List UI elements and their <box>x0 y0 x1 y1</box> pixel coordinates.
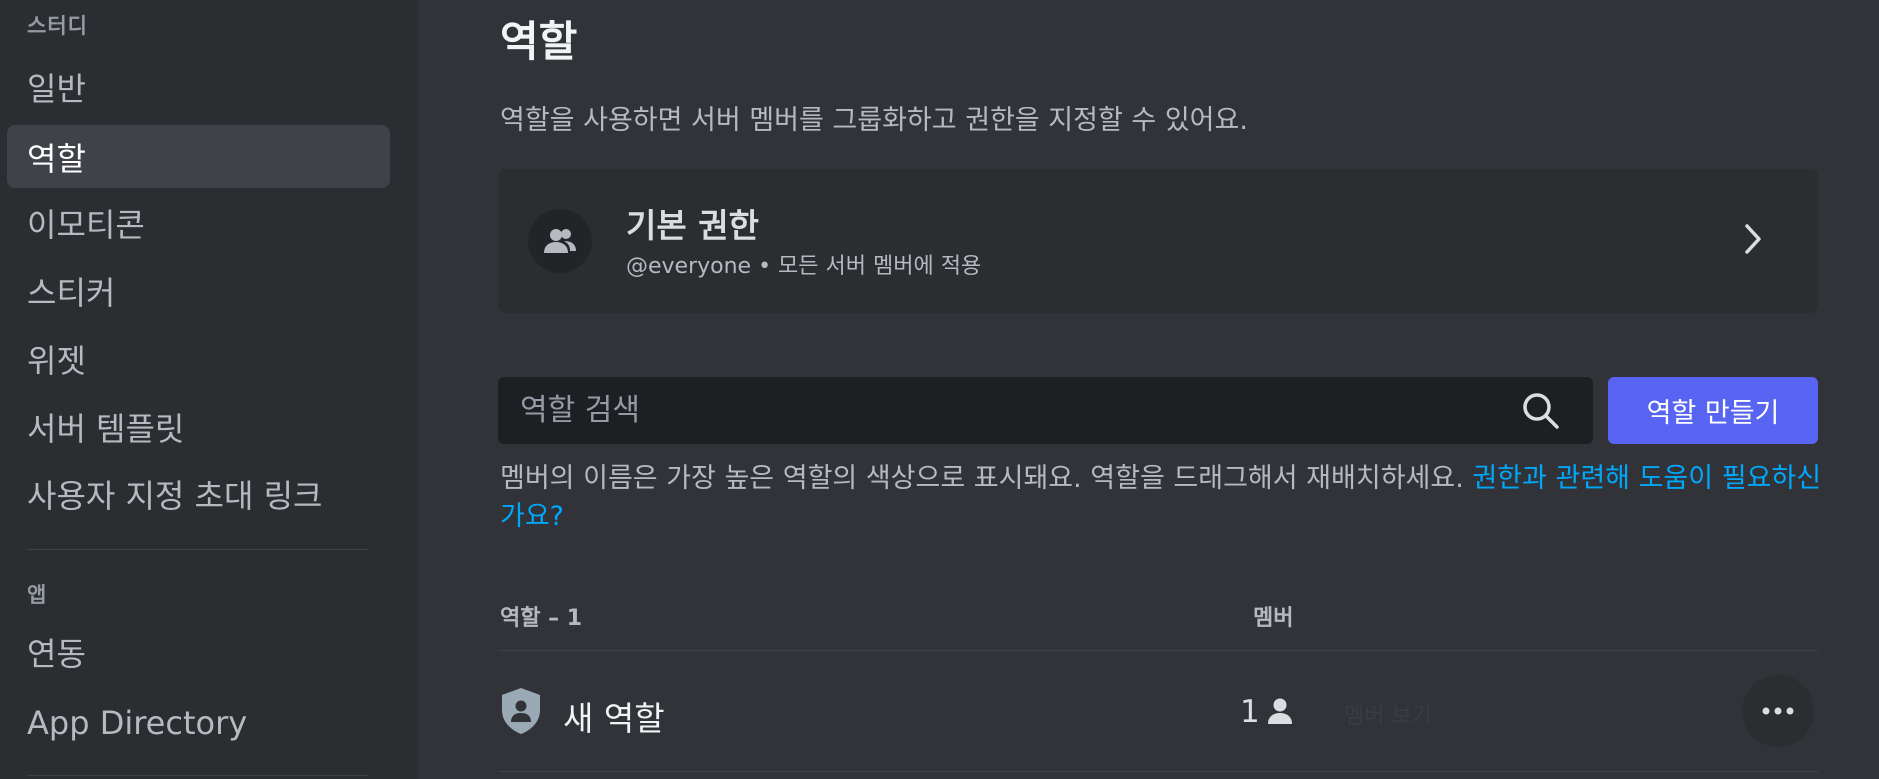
page-description: 역할을 사용하면 서버 멤버를 그룹화하고 권한을 지정할 수 있어요. <box>500 105 1248 136</box>
page-title: 역할 <box>500 17 578 66</box>
settings-sidebar: 스터디 일반 역할 이모티콘 스티커 위젯 서버 템플릿 사용자 지정 초대 링… <box>0 0 418 779</box>
sidebar-section-header-apps: 앱 <box>27 583 48 607</box>
member-icon <box>1268 698 1292 724</box>
default-permissions-title: 기본 권한 <box>626 206 759 245</box>
sidebar-item-stickers[interactable]: 스티커 <box>7 259 390 322</box>
table-header-divider <box>498 650 1818 651</box>
table-row-divider <box>498 771 1818 772</box>
roles-help-text: 멤버의 이름은 가장 높은 역할의 색상으로 표시돼요. 역할을 드래그해서 재… <box>500 460 1825 536</box>
roles-help-description: 멤버의 이름은 가장 높은 역할의 색상으로 표시돼요. 역할을 드래그해서 재… <box>500 463 1473 494</box>
sidebar-item-emoji[interactable]: 이모티콘 <box>7 191 390 254</box>
role-search-input[interactable] <box>498 376 1521 445</box>
role-member-count: 1 <box>1240 694 1260 730</box>
more-horizontal-icon <box>1762 707 1794 715</box>
roles-column-header: 역할 – 1 <box>500 606 583 631</box>
sidebar-item-widget[interactable]: 위젯 <box>7 327 390 390</box>
sidebar-item-integrations[interactable]: 연동 <box>7 620 390 683</box>
default-permissions-card[interactable]: 기본 권한 @everyone • 모든 서버 멤버에 적용 <box>498 169 1818 313</box>
role-name: 새 역할 <box>563 699 665 738</box>
chevron-right-icon <box>1742 221 1764 261</box>
sidebar-item-server-template[interactable]: 서버 템플릿 <box>7 395 390 458</box>
role-shield-icon <box>502 688 540 734</box>
sidebar-item-app-directory[interactable]: App Directory <box>7 691 390 754</box>
table-row[interactable]: 새 역할 1 멤버 보기 <box>498 652 1818 770</box>
sidebar-divider-bottom <box>27 775 369 776</box>
sidebar-item-vanity-url[interactable]: 사용자 지정 초대 링크 <box>7 462 390 525</box>
sidebar-item-general[interactable]: 일반 <box>7 55 390 118</box>
roles-settings-panel: 역할 역할을 사용하면 서버 멤버를 그룹화하고 권한을 지정할 수 있어요. … <box>418 0 1879 779</box>
members-group-icon <box>528 209 592 273</box>
view-members-label: 멤버 보기 <box>1344 704 1432 729</box>
role-more-options-button[interactable] <box>1742 675 1814 747</box>
default-permissions-subtitle: @everyone • 모든 서버 멤버에 적용 <box>626 254 982 279</box>
sidebar-divider <box>27 549 369 550</box>
sidebar-item-roles[interactable]: 역할 <box>7 125 390 188</box>
create-role-button[interactable]: 역할 만들기 <box>1608 377 1818 444</box>
search-icon[interactable] <box>1521 391 1561 431</box>
sidebar-section-header-server: 스터디 <box>27 14 88 38</box>
members-column-header: 멤버 <box>1253 606 1294 631</box>
role-search-box <box>498 376 1593 445</box>
